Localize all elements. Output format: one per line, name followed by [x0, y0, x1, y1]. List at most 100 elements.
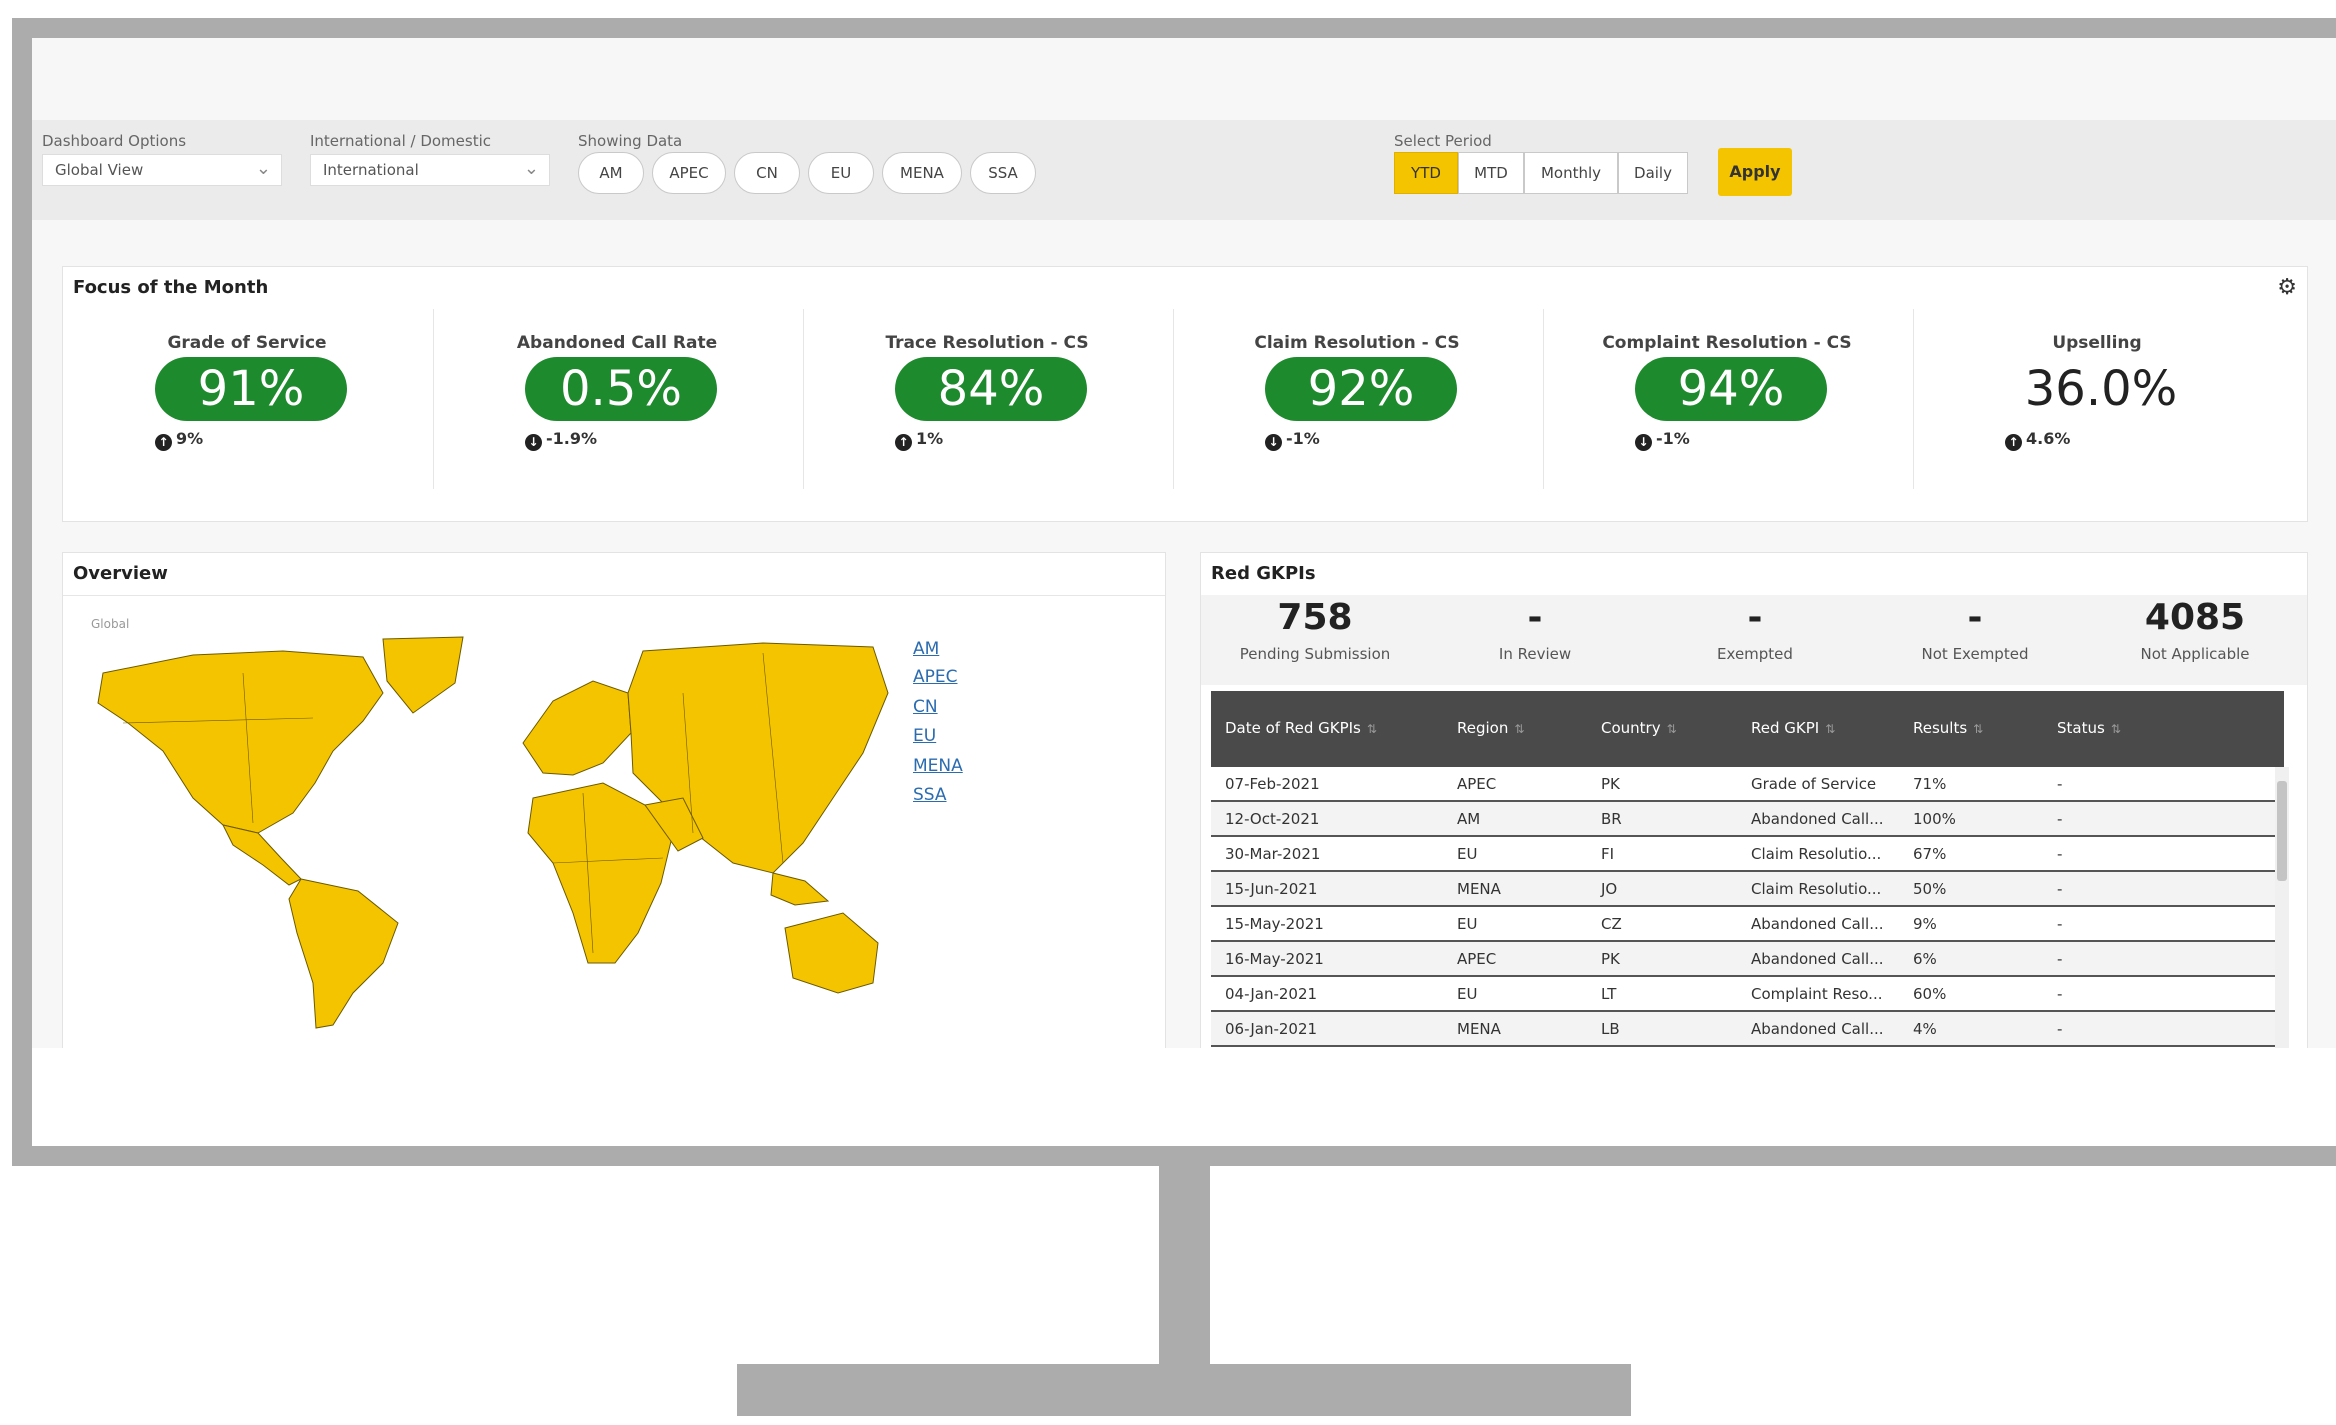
map-region-south-america: [288, 878, 399, 1029]
red-gkpis-title: Red GKPIs: [1211, 563, 1316, 584]
kpi-delta: ↓ -1%: [1635, 429, 1690, 451]
chevron-down-icon: ⌄: [255, 158, 271, 179]
kpi-trace-resolution[interactable]: Trace Resolution - CS 84% ↑ 1%: [803, 305, 1171, 493]
kpi-value: 84%: [895, 357, 1087, 421]
kpi-value: 36.0%: [2024, 361, 2178, 417]
region-pill-cn[interactable]: CN: [734, 152, 800, 194]
monitor-screen: Dashboard Options Global View ⌄ Internat…: [12, 18, 2336, 1166]
kpi-delta: ↓ -1.9%: [525, 429, 597, 451]
legend-link-eu[interactable]: EU: [913, 726, 936, 746]
monitor-neck: [1159, 1166, 1210, 1366]
red-gkpis-card: Red GKPIs 758 Pending Submission - In Re…: [1200, 552, 2308, 1072]
period-monthly-button[interactable]: Monthly: [1524, 152, 1618, 194]
stat-value: -: [1967, 597, 1983, 638]
kpi-label: Upselling: [2052, 333, 2142, 353]
table-row[interactable]: 30-Mar-2021 EU FI Claim Resolutio... 67% -: [1211, 837, 2284, 872]
dashboard-options-select[interactable]: Global View ⌄: [42, 154, 282, 186]
arrow-up-icon: ↑: [155, 434, 172, 451]
table-row[interactable]: 04-Jan-2021 EU LT Complaint Reso... 60% -: [1211, 977, 2284, 1012]
kpi-delta: ↑ 1%: [895, 429, 943, 451]
map-region-central-america: [222, 824, 302, 886]
monitor-base: [737, 1364, 1631, 1416]
period-ytd-button[interactable]: YTD: [1394, 152, 1458, 194]
kpi-value: 92%: [1265, 357, 1457, 421]
table-row[interactable]: 15-Jun-2021 MENA JO Claim Resolutio... 50% -: [1211, 872, 2284, 907]
divider: [63, 595, 1165, 596]
table-row[interactable]: 15-May-2021 EU CZ Abandoned Call... 9% -: [1211, 907, 2284, 942]
stat-label: Not Exempted: [1921, 645, 2029, 663]
arrow-down-icon: ↓: [1635, 434, 1652, 451]
stat-in-review[interactable]: - In Review: [1425, 593, 1645, 663]
arrow-down-icon: ↓: [525, 434, 542, 451]
top-band: [32, 38, 2336, 120]
table-scrollbar-thumb[interactable]: [2277, 781, 2287, 881]
stat-not-exempted[interactable]: - Not Exempted: [1865, 593, 2085, 663]
region-pill-eu[interactable]: EU: [808, 152, 874, 194]
legend-link-apec[interactable]: APEC: [913, 667, 958, 687]
arrow-up-icon: ↑: [895, 434, 912, 451]
legend-link-cn[interactable]: CN: [913, 697, 938, 717]
region-pill-am[interactable]: AM: [578, 152, 644, 194]
stat-exempted[interactable]: - Exempted: [1645, 593, 1865, 663]
red-gkpis-table: Date of Red GKPIs ⇅ Region ⇅ Country ⇅ Red …: [1211, 691, 2284, 1047]
col-header-results[interactable]: Results ⇅: [1913, 719, 1983, 737]
region-pill-ssa[interactable]: SSA: [970, 152, 1036, 194]
stat-pending-submission[interactable]: 758 Pending Submission: [1205, 593, 1425, 663]
focus-title: Focus of the Month: [73, 277, 269, 298]
kpi-label: Complaint Resolution - CS: [1602, 333, 1852, 353]
kpi-upselling[interactable]: Upselling 36.0% ↑ 4.6%: [1913, 305, 2281, 493]
region-pill-mena[interactable]: MENA: [882, 152, 962, 194]
focus-of-month-card: Focus of the Month ⚙ Grade of Service 91…: [62, 266, 2308, 522]
table-row[interactable]: 12-Oct-2021 AM BR Abandoned Call... 100% -: [1211, 802, 2284, 837]
bottom-band: [32, 1048, 2336, 1146]
legend-link-mena[interactable]: MENA: [913, 756, 963, 776]
map-region-north-america: [97, 650, 384, 834]
kpi-grade-of-service[interactable]: Grade of Service 91% ↑ 9%: [63, 305, 431, 493]
overview-title: Overview: [73, 563, 168, 584]
filter-bar: Dashboard Options Global View ⌄ Internat…: [32, 120, 2336, 220]
stat-label: In Review: [1498, 645, 1572, 663]
col-header-region[interactable]: Region ⇅: [1457, 719, 1524, 737]
legend-link-ssa[interactable]: SSA: [913, 785, 947, 805]
col-header-red-gkpi[interactable]: Red GKPI ⇅: [1751, 719, 1835, 737]
sort-icon: ⇅: [1973, 722, 1984, 736]
select-period-label: Select Period: [1394, 132, 1492, 150]
table-header: Date of Red GKPIs ⇅ Region ⇅ Country ⇅ Red …: [1211, 691, 2284, 767]
world-map[interactable]: [83, 633, 893, 1033]
dashboard-options-label: Dashboard Options: [42, 132, 187, 150]
stat-label: Exempted: [1717, 645, 1793, 663]
kpi-complaint-resolution[interactable]: Complaint Resolution - CS 94% ↓ -1%: [1543, 305, 1911, 493]
period-daily-button[interactable]: Daily: [1618, 152, 1688, 194]
gear-icon[interactable]: ⚙: [2277, 275, 2297, 300]
kpi-label: Grade of Service: [167, 333, 327, 353]
col-header-status[interactable]: Status ⇅: [2057, 719, 2121, 737]
legend-link-am[interactable]: AM: [913, 639, 939, 659]
table-row[interactable]: 07-Feb-2021 APEC PK Grade of Service 71% -: [1211, 767, 2284, 802]
stat-value: -: [1527, 597, 1543, 638]
kpi-label: Abandoned Call Rate: [516, 333, 718, 353]
kpi-claim-resolution[interactable]: Claim Resolution - CS 92% ↓ -1%: [1173, 305, 1541, 493]
map-region-europe: [522, 680, 632, 776]
col-header-date[interactable]: Date of Red GKPIs ⇅: [1225, 719, 1377, 737]
table-row[interactable]: 06-Jan-2021 MENA LB Abandoned Call... 4% -: [1211, 1012, 2284, 1047]
region-pill-apec[interactable]: APEC: [652, 152, 726, 194]
stat-value: 758: [1277, 597, 1353, 638]
kpi-delta: ↓ -1%: [1265, 429, 1320, 451]
kpi-abandoned-call-rate[interactable]: Abandoned Call Rate 0.5% ↓ -1.9%: [433, 305, 801, 493]
stat-label: Not Applicable: [2140, 645, 2250, 663]
map-region-greenland: [382, 636, 464, 714]
map-scope-label: Global: [91, 617, 130, 631]
overview-card: Overview Global AM APEC CN EU MENA SSA: [62, 552, 1166, 1072]
arrow-down-icon: ↓: [1265, 434, 1282, 451]
col-header-country[interactable]: Country ⇅: [1601, 719, 1677, 737]
intl-domestic-select[interactable]: International ⌄: [310, 154, 550, 186]
kpi-label: Claim Resolution - CS: [1254, 333, 1460, 353]
map-region-southeast-asia: [770, 872, 830, 906]
period-mtd-button[interactable]: MTD: [1458, 152, 1524, 194]
stat-value: 4085: [2144, 597, 2246, 638]
chevron-down-icon: ⌄: [523, 158, 539, 179]
apply-button[interactable]: Apply: [1718, 148, 1792, 196]
kpi-delta: ↑ 4.6%: [2005, 429, 2070, 451]
stat-not-applicable[interactable]: 4085 Not Applicable: [2085, 593, 2305, 663]
table-row[interactable]: 16-May-2021 APEC PK Abandoned Call... 6% -: [1211, 942, 2284, 977]
